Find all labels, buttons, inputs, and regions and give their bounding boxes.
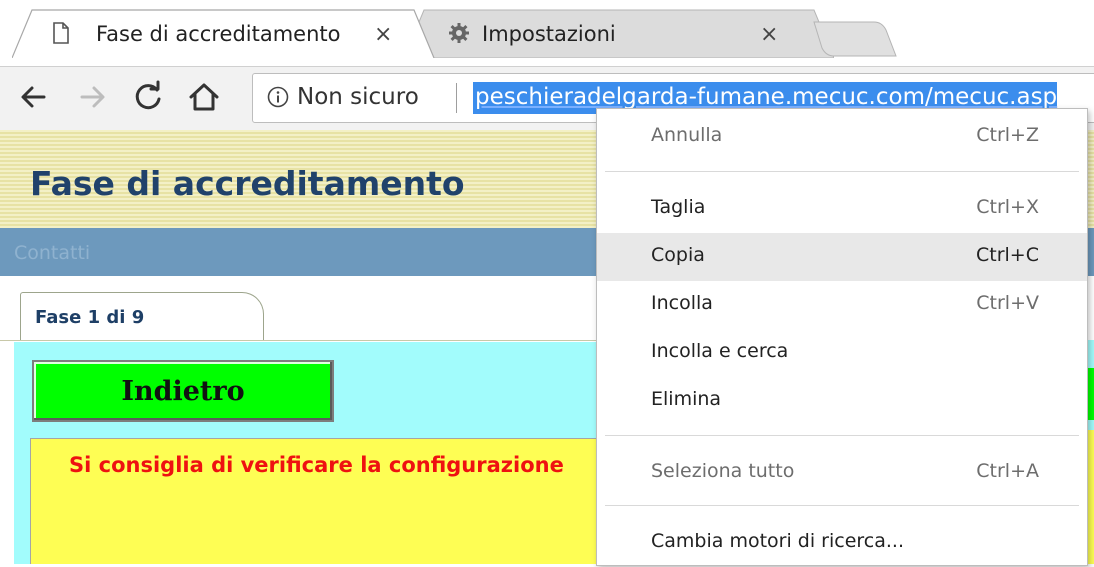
- menu-item-label: Cambia motori di ricerca...: [651, 530, 904, 552]
- menu-item-label: Taglia: [651, 196, 706, 218]
- phase-tab-label: Fase 1 di 9: [35, 307, 145, 328]
- tab-fase-di-accreditamento[interactable]: Fase di accreditamento ×: [12, 8, 436, 58]
- close-icon[interactable]: ×: [374, 22, 392, 47]
- menu-item-shortcut: Ctrl+X: [976, 196, 1039, 218]
- contacts-link[interactable]: Contatti: [14, 242, 90, 264]
- divider: [456, 83, 457, 113]
- back-arrow-icon[interactable]: [14, 77, 54, 117]
- menu-separator: [605, 435, 1079, 436]
- tab-title: Impostazioni: [482, 22, 616, 46]
- menu-separator: [605, 171, 1079, 172]
- close-icon[interactable]: ×: [760, 22, 778, 47]
- menu-item-label: Incolla e cerca: [651, 340, 789, 362]
- menu-item-shortcut: Ctrl+Z: [976, 124, 1039, 146]
- page-icon: [50, 22, 72, 44]
- menu-item-annulla[interactable]: Annulla Ctrl+Z: [597, 113, 1087, 161]
- reload-icon[interactable]: [128, 77, 168, 117]
- new-tab-button[interactable]: [812, 20, 898, 58]
- forward-arrow-icon[interactable]: [72, 77, 112, 117]
- home-icon[interactable]: [184, 77, 224, 117]
- menu-item-label: Annulla: [651, 124, 723, 146]
- menu-item-shortcut: Ctrl+A: [976, 460, 1039, 482]
- menu-item-seleziona-tutto[interactable]: Seleziona tutto Ctrl+A: [597, 449, 1087, 497]
- back-button[interactable]: Indietro: [32, 360, 334, 422]
- menu-item-copia[interactable]: Copia Ctrl+C: [597, 233, 1087, 281]
- menu-item-elimina[interactable]: Elimina: [597, 377, 1087, 425]
- menu-item-shortcut: Ctrl+V: [976, 292, 1039, 314]
- menu-item-label: Elimina: [651, 388, 722, 410]
- tab-title: Fase di accreditamento: [96, 22, 341, 46]
- menu-item-label: Copia: [651, 244, 705, 266]
- menu-item-label: Seleziona tutto: [651, 460, 795, 482]
- info-icon[interactable]: [267, 86, 289, 108]
- menu-item-taglia[interactable]: Taglia Ctrl+X: [597, 185, 1087, 233]
- warning-text: Si consiglia di verificare la configuraz…: [69, 453, 564, 477]
- page-title: Fase di accreditamento: [30, 164, 465, 203]
- menu-item-cambia-motori[interactable]: Cambia motori di ricerca...: [597, 519, 1087, 567]
- tab-phase-1[interactable]: Fase 1 di 9: [20, 292, 264, 341]
- tab-strip: Impostazioni × Fase di accreditamento ×: [0, 0, 1094, 66]
- menu-item-incolla[interactable]: Incolla Ctrl+V: [597, 281, 1087, 329]
- menu-item-shortcut: Ctrl+C: [976, 244, 1039, 266]
- context-menu: Annulla Ctrl+Z Taglia Ctrl+X Copia Ctrl+…: [596, 108, 1088, 566]
- security-label[interactable]: Non sicuro: [297, 84, 419, 110]
- menu-item-incolla-e-cerca[interactable]: Incolla e cerca: [597, 329, 1087, 377]
- gear-icon: [448, 22, 470, 44]
- menu-item-label: Incolla: [651, 292, 713, 314]
- menu-separator: [605, 505, 1079, 506]
- tab-impostazioni[interactable]: Impostazioni ×: [404, 8, 834, 58]
